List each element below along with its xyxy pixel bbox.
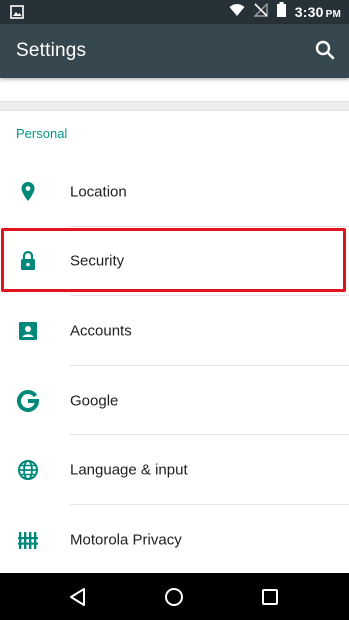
image-notification-icon xyxy=(10,5,24,24)
settings-item-motorola-privacy[interactable]: Motorola Privacy xyxy=(0,505,349,575)
settings-item-label: Language & input xyxy=(70,461,188,479)
settings-item-label: Accounts xyxy=(70,322,132,340)
app-bar: Settings xyxy=(0,24,349,78)
lock-icon xyxy=(16,249,40,273)
no-signal-icon xyxy=(253,1,268,22)
account-box-icon xyxy=(16,319,40,343)
home-button[interactable] xyxy=(162,585,186,609)
back-button[interactable] xyxy=(66,585,90,609)
settings-item-accounts[interactable]: Accounts xyxy=(0,296,349,366)
motorola-privacy-icon xyxy=(16,528,40,552)
wifi-icon xyxy=(229,3,245,22)
globe-icon xyxy=(16,458,40,482)
settings-list: Location Security Accounts Google Langua… xyxy=(0,157,349,575)
section-header-personal: Personal xyxy=(16,126,68,141)
settings-item-google[interactable]: Google xyxy=(0,366,349,436)
home-icon xyxy=(162,588,186,613)
settings-item-location[interactable]: Location xyxy=(0,157,349,227)
google-g-icon xyxy=(16,389,40,413)
settings-item-label: Google xyxy=(70,392,119,410)
settings-item-label: Location xyxy=(70,183,127,201)
settings-item-label: Security xyxy=(70,252,125,270)
search-icon xyxy=(313,40,337,66)
status-bar: 3:30 PM xyxy=(0,0,349,24)
section-divider xyxy=(0,101,349,111)
settings-item-label: Motorola Privacy xyxy=(70,531,182,549)
settings-item-language-input[interactable]: Language & input xyxy=(0,435,349,505)
navigation-bar xyxy=(0,573,349,620)
battery-icon xyxy=(276,2,286,22)
settings-item-security[interactable]: Security xyxy=(0,227,349,297)
page-title: Settings xyxy=(16,40,87,61)
recents-icon xyxy=(258,589,282,613)
search-button[interactable] xyxy=(313,38,337,62)
status-time: 3:30 PM xyxy=(294,4,341,20)
recents-button[interactable] xyxy=(258,585,282,609)
back-icon xyxy=(66,588,90,613)
location-pin-icon xyxy=(16,180,40,204)
status-ampm: PM xyxy=(325,9,341,20)
